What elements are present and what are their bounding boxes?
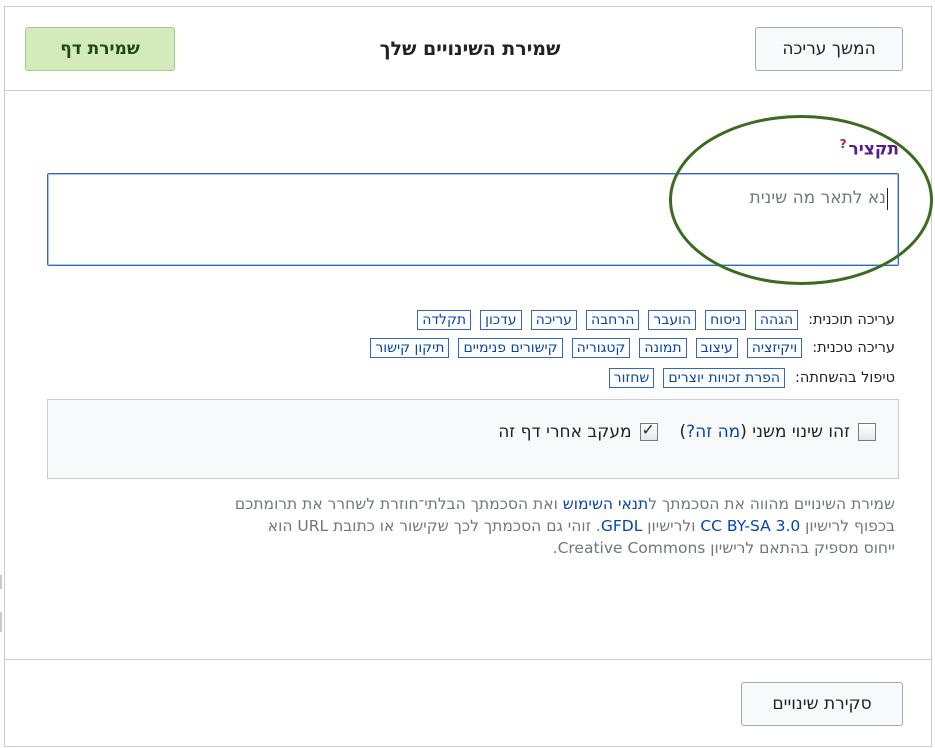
dialog-header: המשך עריכה שמירת השינויים שלך שמירת דף	[5, 7, 931, 91]
tag-update[interactable]: עדכון	[480, 310, 522, 330]
continue-editing-button[interactable]: המשך עריכה	[755, 27, 903, 71]
technical-edit-label: עריכה טכנית:	[812, 340, 895, 356]
background-edge-mark	[0, 612, 2, 632]
tag-image[interactable]: תמונה	[639, 338, 687, 358]
legal-text-2a: בכפוף לרישיון	[800, 517, 895, 535]
legal-text-3: ייחוס מספיק בהתאם לרישיון Creative Commo…	[552, 539, 895, 557]
terms-of-use-link[interactable]: תנאי השימוש	[563, 495, 648, 513]
tag-category[interactable]: קטגוריה	[571, 338, 631, 358]
dialog-footer: סקירת שינויים	[5, 659, 931, 748]
legal-text-1a: שמירת השינויים מהווה את הסכמתך ל	[648, 495, 895, 513]
save-changes-dialog: המשך עריכה שמירת השינויים שלך שמירת דף ת…	[4, 6, 933, 748]
vandalism-tags: טיפול בהשחתה: הפרת זכויות יוצרים שחזור	[600, 368, 895, 388]
legal-text-2c: . זוהי גם הסכמתך לכך שקישור או כתובת URL…	[267, 517, 601, 535]
gfdl-link[interactable]: GFDL	[601, 517, 643, 535]
legal-text-2b: ולרישיון	[642, 517, 701, 535]
minor-edit-label: זהו שינוי משני (מה זה?)	[680, 422, 850, 442]
tag-moved[interactable]: הועבר	[648, 310, 697, 330]
tag-internal-links[interactable]: קישורים פנימיים	[458, 338, 563, 358]
tag-copyright-violation[interactable]: הפרת זכויות יוצרים	[663, 368, 785, 388]
tag-formatting[interactable]: עיצוב	[695, 338, 738, 358]
legal-text-1b: ואת הסכמתך הבלתי־חוזרת לשחרר את תרומתכם	[234, 495, 563, 513]
license-notice: שמירת השינויים מהווה את הסכמתך לתנאי השי…	[75, 493, 895, 559]
edit-options-line: זהו שינוי משני (מה זה?) מעקב אחרי דף זה	[498, 420, 876, 442]
tag-link-fix[interactable]: תיקון קישור	[370, 338, 450, 358]
watch-page-checkbox[interactable]	[639, 420, 658, 441]
save-page-button[interactable]: שמירת דף	[25, 27, 175, 71]
minor-edit-help-link[interactable]: מה זה?	[686, 422, 740, 442]
vandalism-label: טיפול בהשחתה:	[795, 370, 895, 386]
review-changes-button[interactable]: סקירת שינויים	[741, 682, 903, 726]
annotation-circle	[669, 115, 933, 285]
tag-wikification[interactable]: ויקיזציה	[746, 338, 803, 358]
tag-typo[interactable]: תקלדה	[417, 310, 472, 330]
content-edit-label: עריכה תוכנית:	[808, 312, 895, 328]
tag-expansion[interactable]: הרחבה	[585, 310, 640, 330]
dialog-title: שמירת השינויים שלך	[379, 38, 561, 60]
background-edge-mark	[0, 575, 2, 589]
watch-page-label: מעקב אחרי דף זה	[498, 422, 632, 442]
cc-license-link[interactable]: CC BY-SA 3.0	[700, 517, 800, 535]
minor-edit-checkbox[interactable]	[858, 423, 876, 441]
tag-proofreading[interactable]: הגהה	[754, 310, 799, 330]
tag-editing[interactable]: עריכה	[530, 310, 577, 330]
tag-revert[interactable]: שחזור	[608, 368, 655, 388]
technical-edit-tags: עריכה טכנית: ויקיזציה עיצוב תמונה קטגורי…	[361, 338, 895, 358]
tag-rewording[interactable]: ניסוח	[705, 310, 746, 330]
minor-edit-text: זהו שינוי משני (	[740, 422, 850, 442]
edit-options-panel: זהו שינוי משני (מה זה?) מעקב אחרי דף זה	[47, 399, 899, 479]
content-edit-tags: עריכה תוכנית: הגהה ניסוח הועבר הרחבה ערי…	[408, 310, 895, 330]
